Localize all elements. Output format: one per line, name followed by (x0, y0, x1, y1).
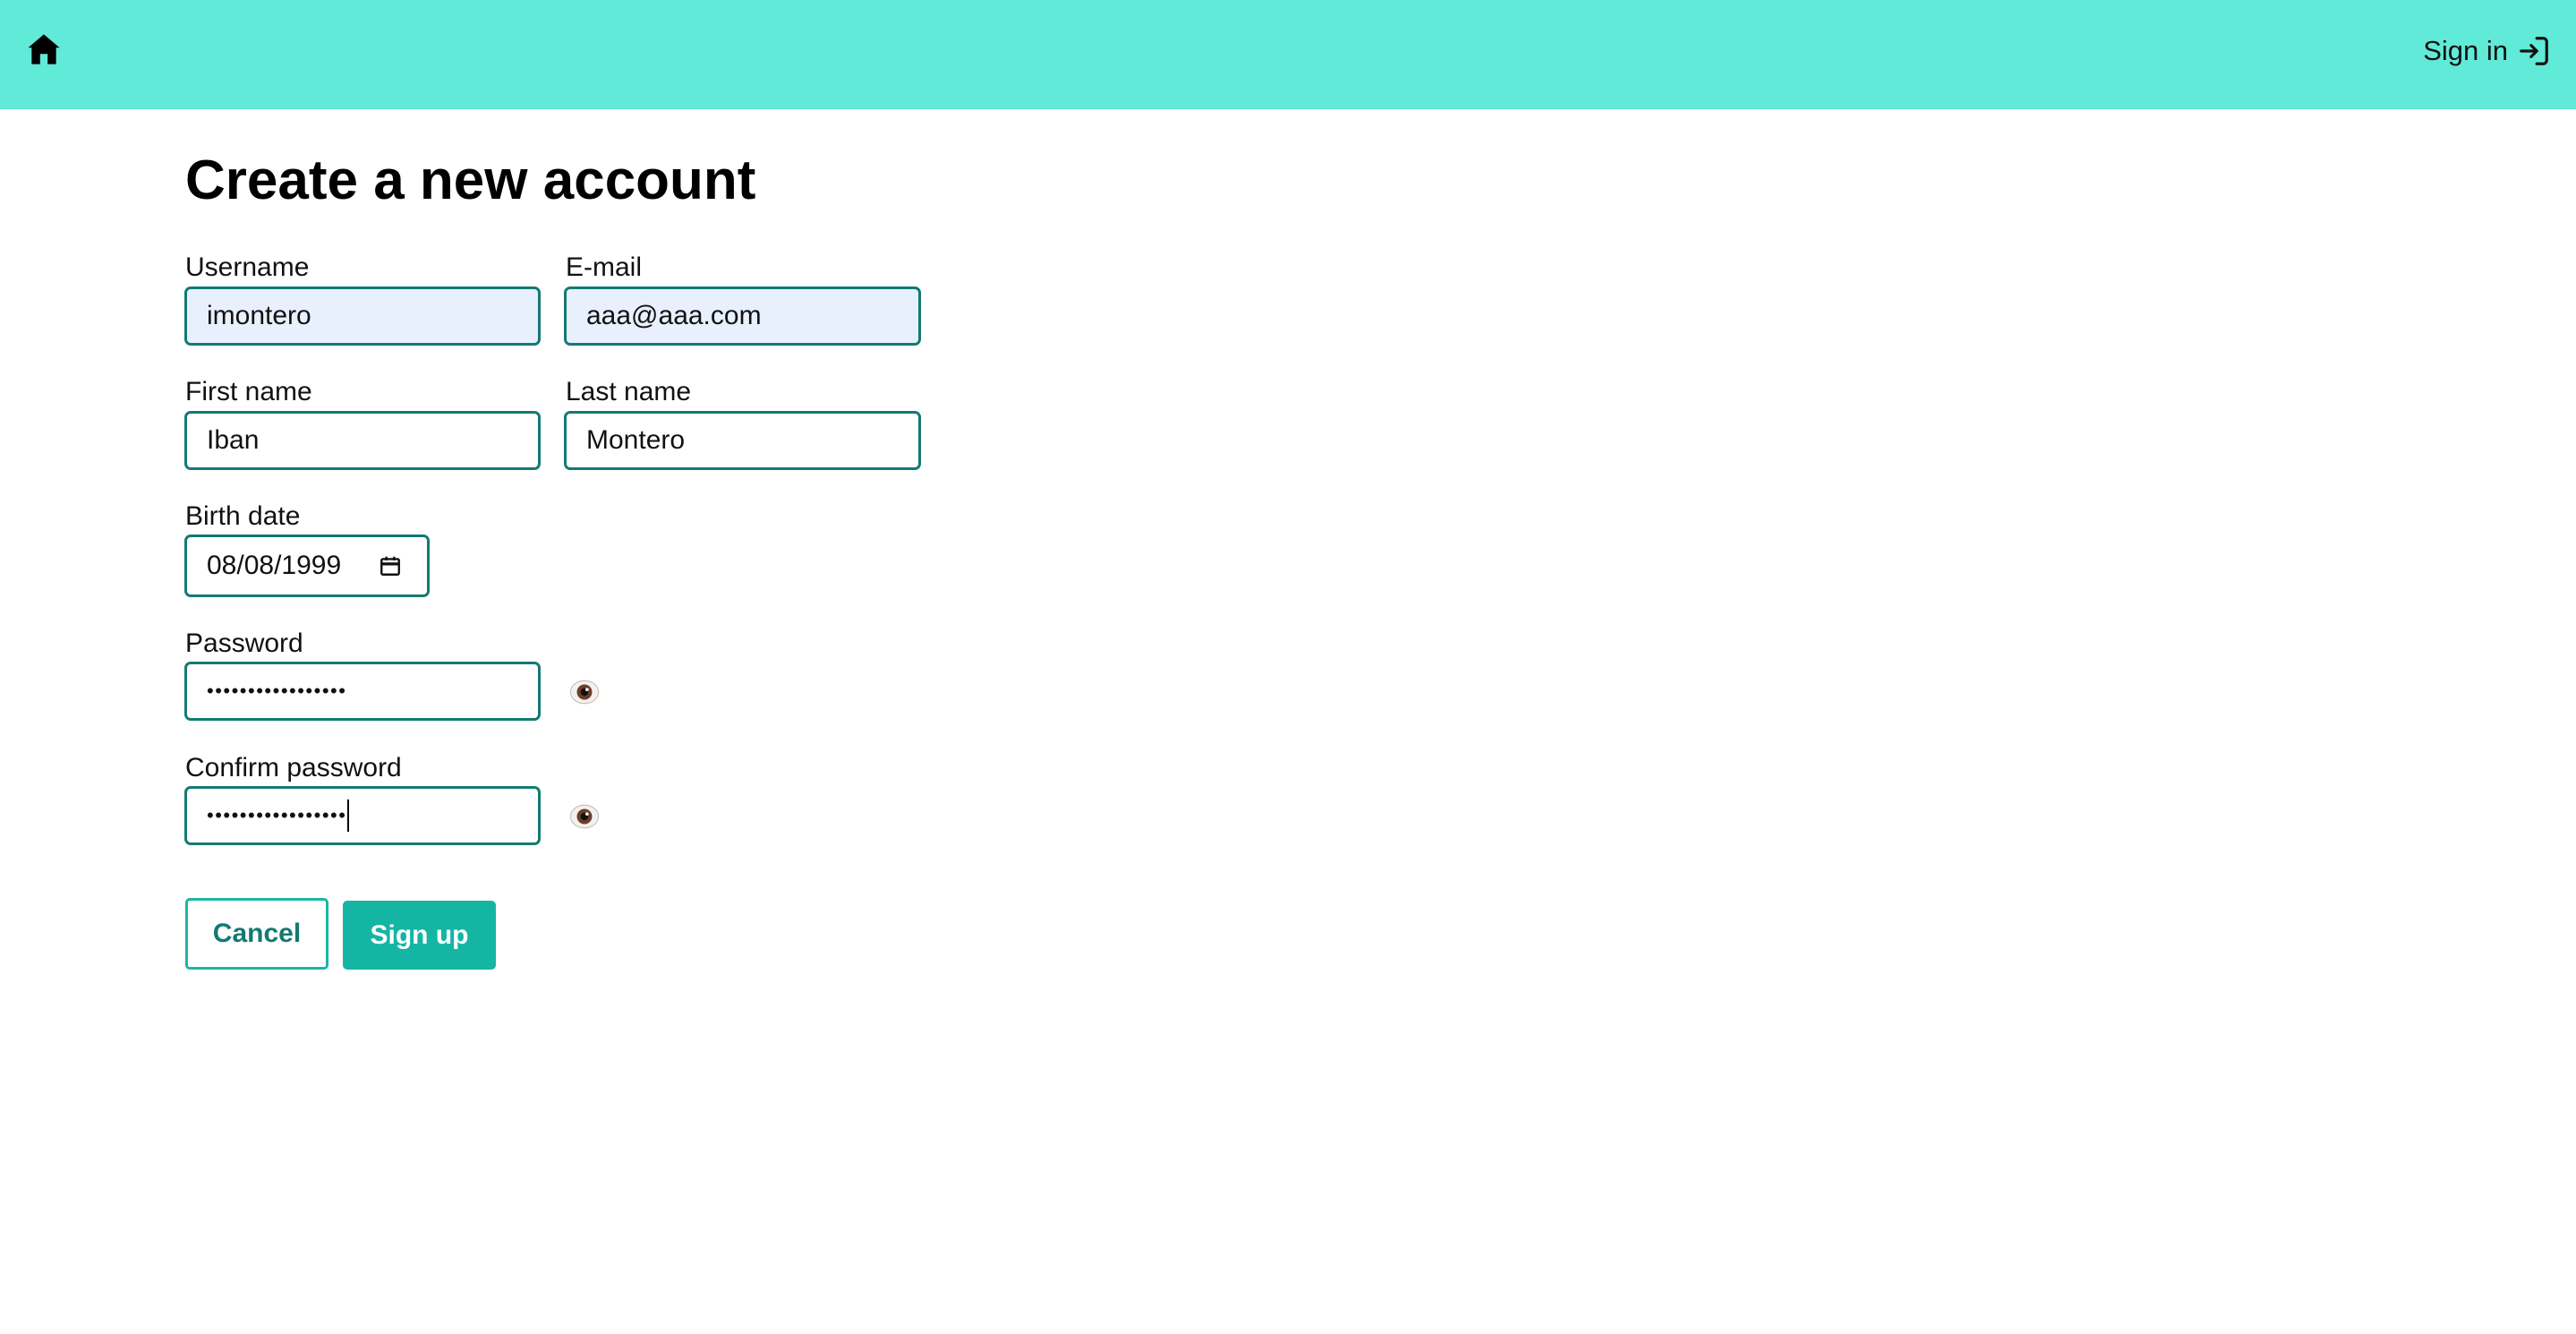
cancel-button-label: Cancel (212, 919, 302, 948)
username-label: Username (185, 252, 310, 282)
calendar-icon[interactable] (379, 554, 402, 577)
first-name-input[interactable]: Iban (184, 411, 541, 470)
email-input[interactable]: aaa@aaa.com (564, 286, 921, 346)
confirm-password-input[interactable]: ••••••••••••••••• (184, 786, 541, 845)
password-input[interactable]: ••••••••••••••••• (184, 662, 541, 721)
sign-in-label: Sign in (2423, 35, 2508, 66)
password-label: Password (185, 629, 303, 658)
birth-date-input[interactable]: 08/08/1999 (184, 534, 430, 597)
password-masked-value: ••••••••••••••••• (207, 680, 347, 702)
last-name-label: Last name (566, 377, 692, 406)
sign-up-button[interactable]: Sign up (343, 901, 496, 970)
sign-in-icon (2520, 37, 2548, 65)
confirm-password-label: Confirm password (185, 753, 402, 782)
email-value: aaa@aaa.com (586, 301, 762, 330)
first-name-label: First name (185, 377, 312, 406)
password-visibility-toggle-icon[interactable] (569, 677, 600, 707)
cancel-button[interactable]: Cancel (185, 898, 328, 970)
last-name-input[interactable]: Montero (564, 411, 921, 470)
first-name-value: Iban (207, 425, 260, 455)
top-navigation-bar: Sign in (0, 0, 2576, 109)
text-cursor (347, 800, 350, 832)
confirm-password-visibility-toggle-icon[interactable] (569, 801, 600, 832)
last-name-value: Montero (586, 425, 686, 455)
sign-up-button-label: Sign up (370, 919, 469, 950)
email-label: E-mail (566, 252, 643, 282)
username-value: imontero (207, 301, 311, 330)
birth-date-label: Birth date (185, 501, 301, 531)
sign-in-link[interactable]: Sign in (2423, 27, 2551, 75)
birth-date-value: 08/08/1999 (207, 551, 342, 580)
page-title: Create a new account (185, 150, 756, 211)
username-input[interactable]: imontero (184, 286, 541, 346)
home-icon[interactable] (25, 30, 63, 68)
confirm-password-masked-value: ••••••••••••••••• (207, 804, 347, 826)
